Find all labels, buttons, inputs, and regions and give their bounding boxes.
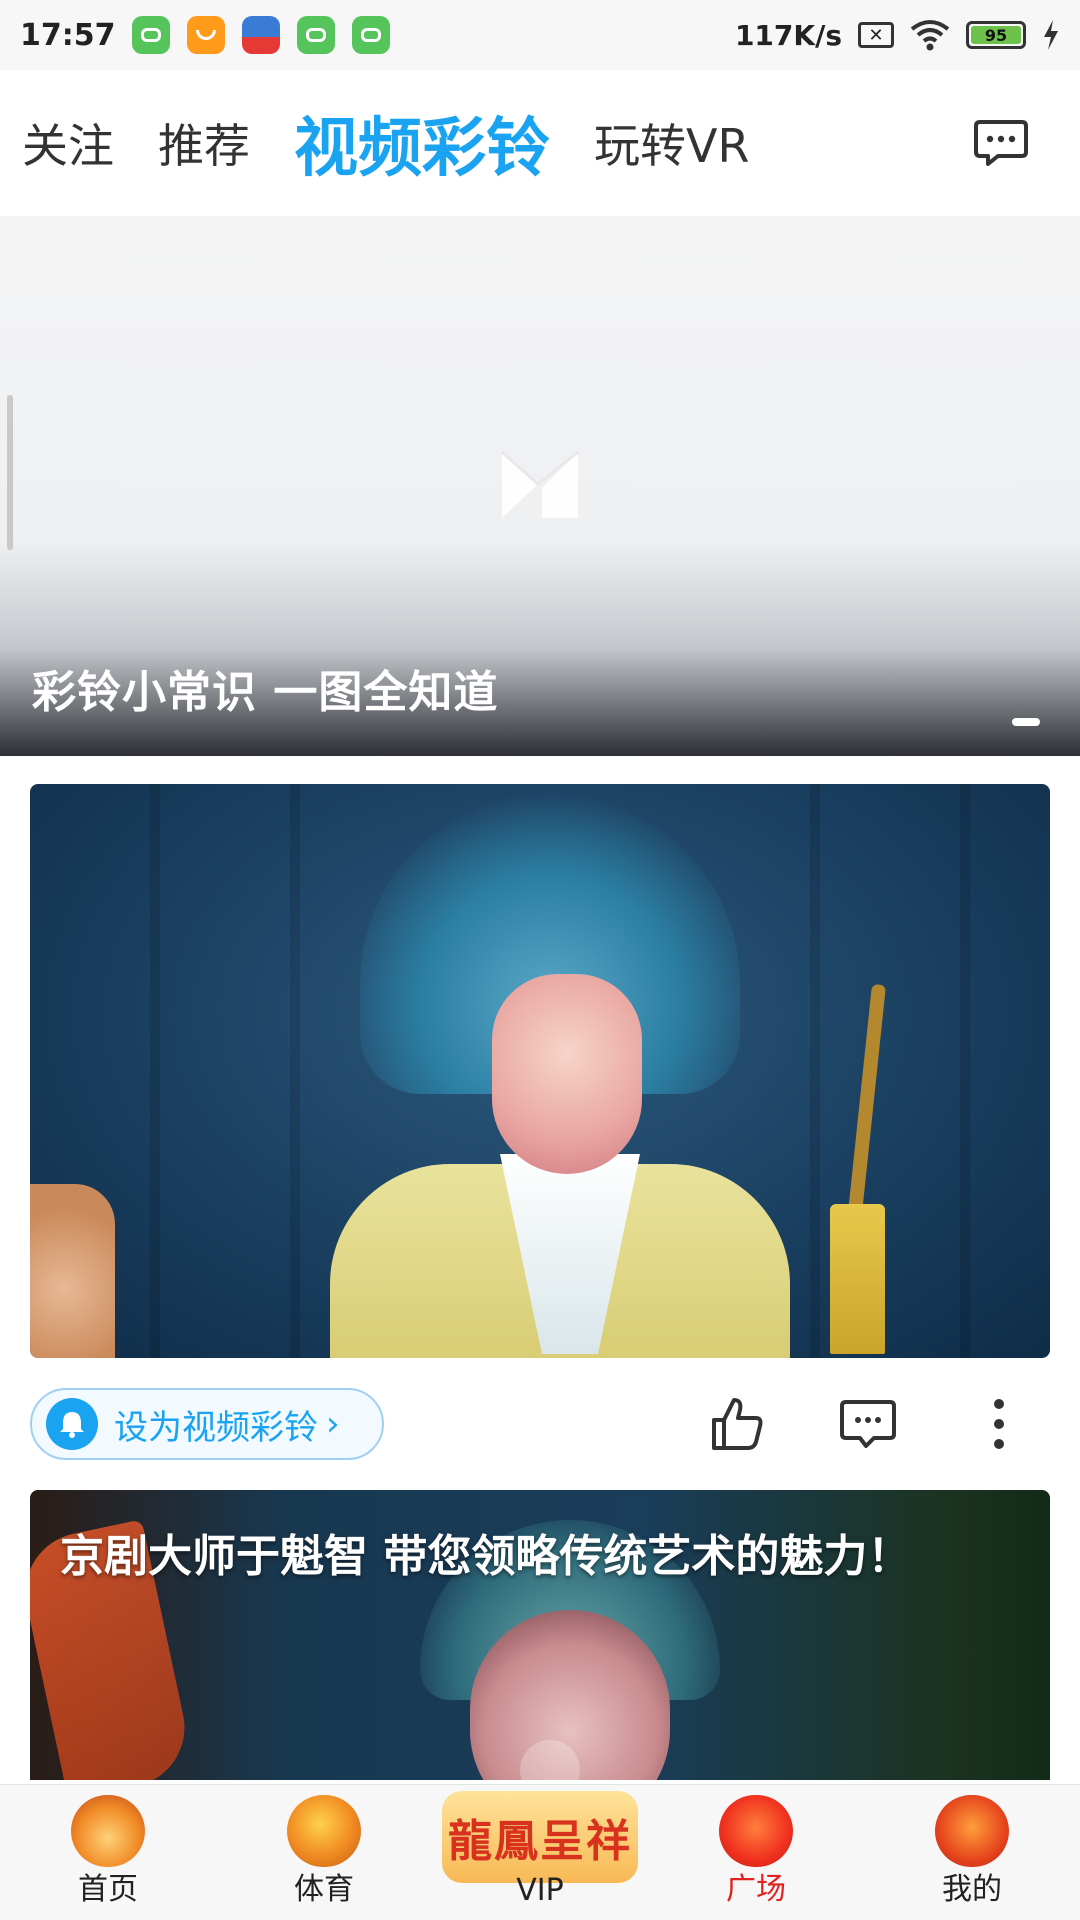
comment-icon[interactable] — [838, 1394, 898, 1454]
brand-logo-icon — [501, 450, 579, 518]
tab-vr[interactable]: 玩转VR — [594, 110, 749, 176]
battery-icon: 95 — [966, 21, 1026, 49]
status-time: 17:57 — [20, 17, 116, 53]
nav-label: 首页 — [78, 1872, 138, 1907]
performer-face — [492, 974, 642, 1174]
more-options-icon[interactable] — [969, 1394, 1029, 1454]
video-thumbnail[interactable]: 京剧大师于魁智 带您领略传统艺术的魅力！ — [30, 1490, 1050, 1780]
nav-sports[interactable]: 体育 — [216, 1785, 432, 1920]
bottom-navigation: 首页 体育 龍鳳呈祥 VIP 广场 我的 — [0, 1784, 1080, 1920]
nav-label: VIP — [516, 1873, 564, 1908]
home-icon — [71, 1795, 145, 1867]
side-performer — [30, 1184, 115, 1358]
app-screen: 17:57 117K/s ✕ 95 关注 推荐 视频彩铃 玩转VR 彩铃小常识 … — [0, 0, 1080, 1920]
profile-icon — [935, 1795, 1009, 1867]
prop-staff — [848, 983, 886, 1215]
wifi-icon — [910, 20, 950, 51]
message-icon[interactable] — [974, 118, 1028, 168]
app-green-icon — [351, 16, 390, 54]
tab-recommend[interactable]: 推荐 — [158, 110, 250, 176]
bell-icon — [46, 1398, 98, 1450]
nav-vip[interactable]: 龍鳳呈祥 VIP — [432, 1785, 648, 1920]
vip-art-icon: 龍鳳呈祥 — [442, 1791, 638, 1883]
curtain-fold — [960, 784, 970, 1358]
video-thumbnail[interactable] — [30, 784, 1050, 1358]
square-icon — [719, 1795, 793, 1867]
banner-carousel[interactable]: 彩铃小常识 一图全知道 — [0, 216, 1080, 756]
prop-tassel — [830, 1204, 885, 1354]
nav-mine[interactable]: 我的 — [864, 1785, 1080, 1920]
scrollbar[interactable] — [7, 395, 13, 550]
curtain-fold — [290, 784, 300, 1358]
nav-label: 体育 — [294, 1872, 354, 1907]
app-green-icon — [296, 16, 335, 54]
chevron-right-icon: › — [326, 1404, 340, 1444]
like-icon[interactable] — [706, 1394, 766, 1454]
nav-square[interactable]: 广场 — [648, 1785, 864, 1920]
banner-title: 彩铃小常识 一图全知道 — [32, 667, 499, 718]
tab-video-ringtone[interactable]: 视频彩铃 — [294, 97, 550, 189]
carousel-indicator — [1012, 718, 1040, 726]
app-green-icon — [131, 16, 170, 54]
nav-label: 我的 — [942, 1872, 1002, 1907]
curtain-fold — [150, 784, 160, 1358]
app-multicolor-icon — [241, 16, 280, 54]
status-bar: 17:57 117K/s ✕ 95 — [0, 0, 1080, 70]
tab-follow[interactable]: 关注 — [22, 110, 114, 176]
battery-level: 95 — [984, 25, 1008, 45]
set-ringtone-label: 设为视频彩铃 — [114, 1407, 318, 1448]
charging-bolt-icon — [1044, 20, 1058, 50]
nav-home[interactable]: 首页 — [0, 1785, 216, 1920]
video-title: 京剧大师于魁智 带您领略传统艺术的魅力！ — [60, 1531, 912, 1582]
top-tab-bar: 关注 推荐 视频彩铃 玩转VR — [0, 70, 1080, 216]
vip-art-text: 龍鳳呈祥 — [448, 1816, 632, 1867]
app-orange-icon — [186, 16, 225, 54]
sim-off-icon: ✕ — [858, 22, 894, 48]
status-right-group: 117K/s ✕ 95 — [735, 19, 1060, 52]
curtain-fold — [810, 784, 820, 1358]
network-speed: 117K/s — [734, 18, 842, 52]
set-video-ringtone-button[interactable]: 设为视频彩铃 › — [30, 1388, 384, 1460]
nav-label: 广场 — [726, 1872, 786, 1907]
sports-icon — [287, 1795, 361, 1867]
